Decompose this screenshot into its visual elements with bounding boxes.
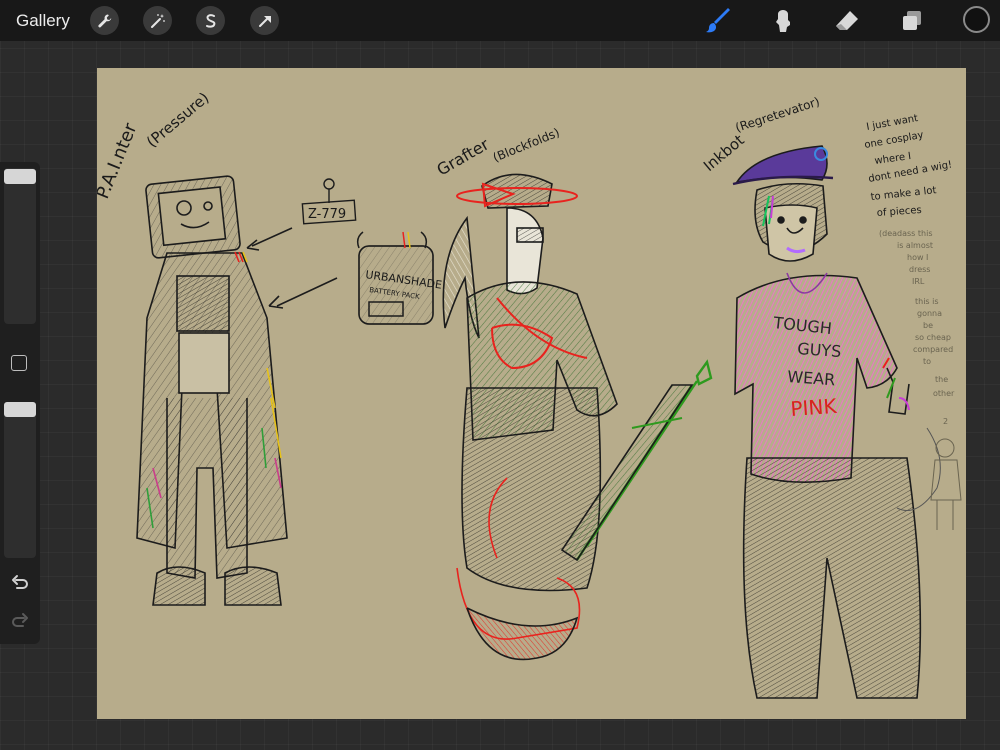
smudge-icon (776, 10, 790, 32)
note3-1: this is (915, 297, 939, 306)
redo-button[interactable] (8, 608, 32, 632)
drawing-canvas[interactable]: P.A.I.nter (Pressure) Z-779 URBANSHADE B… (97, 68, 966, 719)
char1-game-text: (Pressure) (143, 89, 213, 151)
note3-2: gonna (917, 309, 942, 318)
layers-tool[interactable] (896, 5, 928, 37)
eraser-icon (836, 11, 858, 30)
note3-5: compared (913, 345, 953, 354)
undo-icon (12, 575, 28, 589)
char2-game-text: (Blockfolds) (491, 125, 562, 164)
note-6: of pieces (876, 205, 922, 219)
note3-9: 2 (943, 417, 948, 426)
note-3: where I (874, 151, 912, 167)
note2-1: (deadass this (879, 229, 932, 238)
transform-arrow-icon (258, 15, 271, 27)
note-5: to make a lot (870, 185, 937, 203)
brush-icon (706, 8, 730, 33)
note2-4: dress (909, 265, 930, 274)
adjustments-button[interactable] (143, 6, 172, 35)
note-1: I just want (866, 113, 919, 133)
selection-icon (205, 13, 215, 28)
note2-2: is almost (897, 241, 933, 250)
brush-size-thumb[interactable] (4, 169, 36, 184)
note3-6: to (923, 357, 931, 366)
char1-name-text: P.A.I.nter (97, 120, 142, 202)
note2-5: IRL (912, 277, 925, 286)
char3-name-text: Inkbot (700, 131, 748, 175)
opacity-thumb[interactable] (4, 402, 36, 417)
side-notes: I just want one cosplay where I dont nee… (864, 113, 953, 219)
modify-button[interactable] (11, 355, 27, 371)
shirt-line-3: WEAR (787, 367, 836, 389)
top-toolbar: Gallery (0, 0, 1000, 41)
undo-button[interactable] (8, 570, 32, 594)
magic-wand-icon (150, 13, 165, 28)
char2-name-text: Grafter (434, 134, 493, 179)
grafter-labels: Grafter (Blockfolds) (434, 125, 562, 179)
mini-sketch (930, 438, 962, 530)
selection-button[interactable] (196, 6, 225, 35)
note3-3: be (923, 321, 933, 330)
actions-button[interactable] (90, 6, 119, 35)
note-2: one cosplay (864, 130, 925, 151)
char3-game-text: (Regretevator) (734, 94, 822, 134)
note3-4: so cheap (915, 333, 951, 342)
eraser-tool[interactable] (831, 5, 863, 37)
sketch-artwork: P.A.I.nter (Pressure) Z-779 URBANSHADE B… (97, 89, 962, 699)
wrench-icon (97, 14, 111, 27)
left-sidebar (0, 162, 40, 644)
character-painter (136, 175, 338, 606)
smudge-tool[interactable] (767, 5, 799, 37)
shirt-line-2: GUYS (797, 339, 842, 361)
note2-3: how I (907, 253, 928, 262)
brush-tool[interactable] (703, 5, 735, 37)
redo-icon (12, 613, 28, 627)
shirt-line-4: PINK (790, 394, 838, 421)
gallery-button[interactable]: Gallery (16, 11, 70, 31)
tag-text: Z-779 (308, 207, 346, 222)
note3-7: the (935, 375, 948, 384)
brush-size-slider[interactable] (4, 168, 36, 324)
color-picker-swatch[interactable] (963, 6, 990, 33)
note3-8: other (933, 389, 955, 398)
layers-icon (903, 11, 921, 30)
transform-button[interactable] (250, 6, 279, 35)
opacity-slider[interactable] (4, 402, 36, 558)
character-grafter (442, 173, 713, 661)
